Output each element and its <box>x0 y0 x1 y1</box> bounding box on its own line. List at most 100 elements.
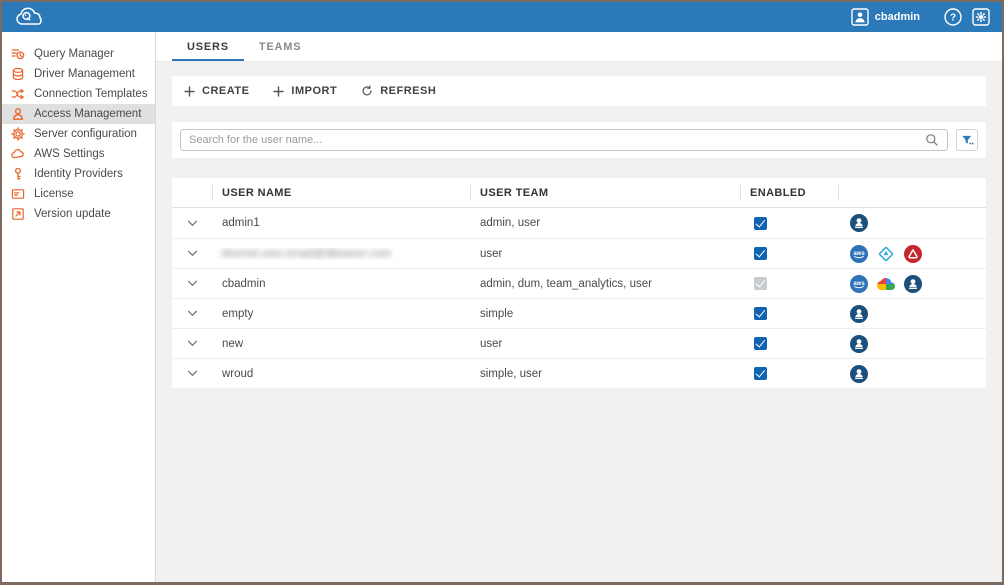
local-user-icon <box>850 335 868 353</box>
user-team-cell: user <box>470 248 740 260</box>
svg-text:aws: aws <box>853 250 865 256</box>
row-expand-chevron-icon[interactable] <box>172 280 212 287</box>
google-cloud-icon <box>877 275 895 293</box>
column-header-enabled: ENABLED <box>740 178 838 207</box>
sidebar-item-label: Connection Templates <box>34 88 148 100</box>
app-window: cbadmin ? Query Manager Driver Management… <box>0 0 1004 585</box>
row-expand-chevron-icon[interactable] <box>172 370 212 377</box>
enabled-checkbox[interactable] <box>754 217 767 230</box>
users-table: USER NAMEUSER TEAMENABLED admin1admin, u… <box>172 178 986 388</box>
enabled-checkbox[interactable] <box>754 247 767 260</box>
search-input-wrap <box>180 129 948 151</box>
version-update-icon <box>11 207 25 221</box>
tab-bar: USERSTEAMS <box>156 32 1002 62</box>
sidebar-item-license[interactable]: License <box>2 184 155 204</box>
help-button[interactable]: ? <box>942 6 964 28</box>
table-body: admin1admin, userblurred.user.email@dbea… <box>172 208 986 388</box>
row-expand-chevron-icon[interactable] <box>172 310 212 317</box>
settings-button[interactable] <box>970 6 992 28</box>
toolbar-button-label: IMPORT <box>291 85 337 97</box>
aws-settings-icon <box>11 147 25 161</box>
refresh-icon <box>361 85 373 97</box>
sidebar-item-label: Access Management <box>34 108 141 120</box>
user-name-cell: cbadmin <box>222 278 265 290</box>
server-configuration-icon <box>11 127 25 141</box>
cloudbeaver-logo-icon <box>14 2 48 32</box>
table-row[interactable]: wroudsimple, user <box>172 358 986 388</box>
row-expand-chevron-icon[interactable] <box>172 220 212 227</box>
user-team-cell: user <box>470 338 740 350</box>
user-team-cell: admin, dum, team_analytics, user <box>470 278 740 290</box>
user-name: cbadmin <box>875 11 920 23</box>
sidebar-item-aws-settings[interactable]: AWS Settings <box>2 144 155 164</box>
table-row[interactable]: cbadmin admin, dum, team_analytics, user a… <box>172 268 986 298</box>
azure-ad-icon <box>877 245 895 263</box>
auth-providers-cell <box>838 305 986 323</box>
create-button[interactable]: CREATE <box>184 85 249 97</box>
header-expander-column <box>172 178 212 207</box>
sidebar-item-label: Identity Providers <box>34 168 123 180</box>
column-header-user-team: USER TEAM <box>470 178 740 207</box>
auth-providers-cell <box>838 335 986 353</box>
import-button[interactable]: IMPORT <box>273 85 337 97</box>
auth-providers-cell: aws <box>838 245 986 263</box>
user-name-cell: admin1 <box>222 217 260 229</box>
search-bar <box>172 122 986 158</box>
main-panel: USERSTEAMS CREATE IMPORT REFRESH <box>156 32 1002 582</box>
user-name-cell: blurred.user.email@dbeaver.com <box>222 248 391 260</box>
enabled-checkbox[interactable] <box>754 367 767 380</box>
local-user-icon <box>850 365 868 383</box>
search-input[interactable] <box>189 134 925 146</box>
user-name-cell: new <box>222 338 243 350</box>
tab-users[interactable]: USERS <box>172 32 244 61</box>
plus-icon <box>273 86 284 97</box>
search-icon <box>925 133 939 147</box>
sidebar-item-label: Query Manager <box>34 48 114 60</box>
connection-templates-icon <box>11 87 25 101</box>
refresh-button[interactable]: REFRESH <box>361 85 436 97</box>
aws-icon: aws <box>850 245 868 263</box>
enabled-checkbox[interactable] <box>754 337 767 350</box>
sidebar-item-label: Server configuration <box>34 128 137 140</box>
user-team-cell: simple, user <box>470 368 740 380</box>
user-name-cell: empty <box>222 308 253 320</box>
row-expand-chevron-icon[interactable] <box>172 250 212 257</box>
red-idp-icon <box>904 245 922 263</box>
filter-button[interactable] <box>956 129 978 151</box>
svg-text:aws: aws <box>853 280 865 286</box>
enabled-checkbox[interactable] <box>754 307 767 320</box>
user-team-cell: simple <box>470 308 740 320</box>
sidebar-item-identity-providers[interactable]: Identity Providers <box>2 164 155 184</box>
table-row[interactable]: admin1admin, user <box>172 208 986 238</box>
sidebar-item-label: License <box>34 188 74 200</box>
row-expand-chevron-icon[interactable] <box>172 340 212 347</box>
identity-providers-icon <box>11 167 25 181</box>
svg-text:?: ? <box>950 13 956 24</box>
plus-icon <box>184 86 195 97</box>
query-manager-icon <box>11 47 25 61</box>
sidebar-item-access-management[interactable]: Access Management <box>2 104 155 124</box>
sidebar-item-label: Version update <box>34 208 111 220</box>
table-row[interactable]: blurred.user.email@dbeaver.com user aws <box>172 238 986 268</box>
user-menu[interactable]: cbadmin <box>851 8 920 26</box>
user-badge-icon <box>851 8 869 26</box>
auth-providers-cell <box>838 214 986 232</box>
auth-providers-cell <box>838 365 986 383</box>
sidebar-item-server-configuration[interactable]: Server configuration <box>2 124 155 144</box>
tab-teams[interactable]: TEAMS <box>244 32 317 61</box>
table-header-row: USER NAMEUSER TEAMENABLED <box>172 178 986 208</box>
sidebar-item-query-manager[interactable]: Query Manager <box>2 44 155 64</box>
sidebar-item-version-update[interactable]: Version update <box>2 204 155 224</box>
sidebar: Query Manager Driver Management Connection… <box>2 32 156 582</box>
local-user-icon <box>850 214 868 232</box>
local-user-icon <box>850 305 868 323</box>
sidebar-item-connection-templates[interactable]: Connection Templates <box>2 84 155 104</box>
column-header-user-name: USER NAME <box>212 178 470 207</box>
table-row[interactable]: new user <box>172 328 986 358</box>
sidebar-item-driver-management[interactable]: Driver Management <box>2 64 155 84</box>
content-area: CREATE IMPORT REFRESH <box>156 62 1002 582</box>
sidebar-item-label: AWS Settings <box>34 148 105 160</box>
table-row[interactable]: empty simple <box>172 298 986 328</box>
toolbar: CREATE IMPORT REFRESH <box>172 76 986 106</box>
header-icons-column <box>838 178 986 207</box>
